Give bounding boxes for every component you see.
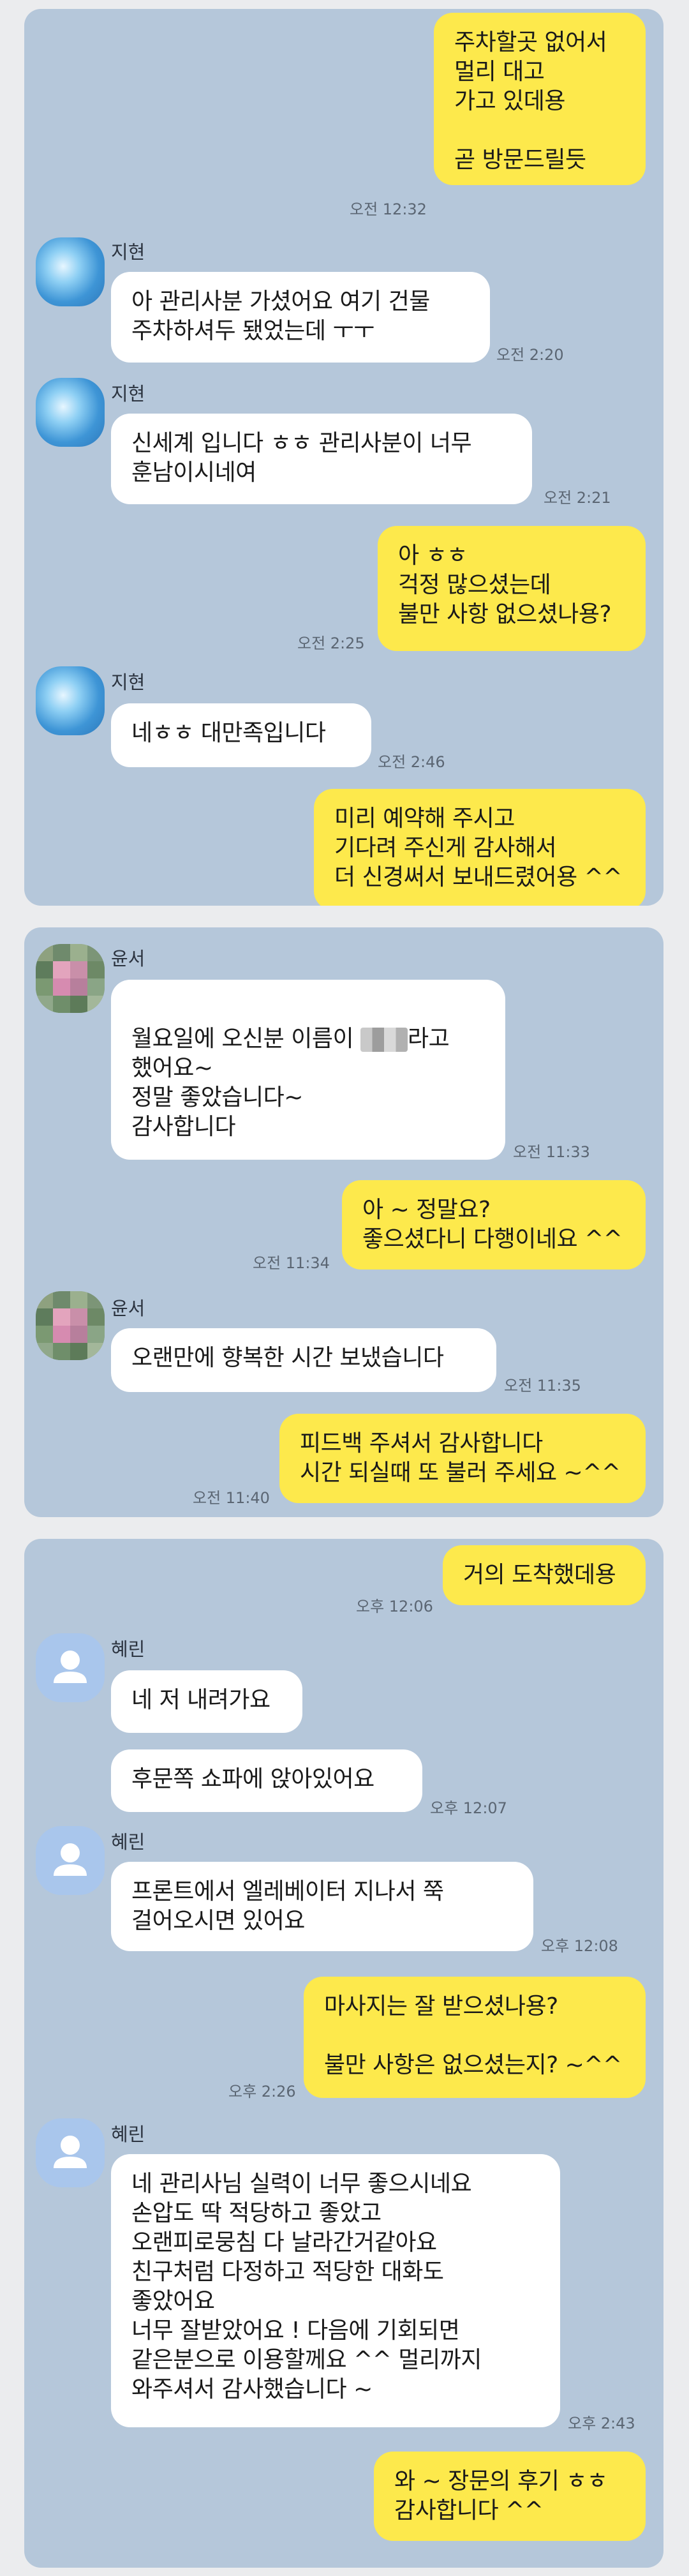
message-time: 오전 2:25 — [297, 634, 365, 652]
message-time: 오전 11:40 — [193, 1489, 270, 1507]
message-time: 오전 11:33 — [513, 1143, 590, 1161]
sender-name: 지현 — [111, 241, 145, 263]
sender-name: 윤서 — [111, 948, 145, 970]
my-message-bubble: 마사지는 잘 받으셨나용? 불만 사항은 없으셨는지? ~^^ — [304, 1977, 646, 2098]
message-time: 오전 11:34 — [253, 1254, 330, 1272]
sender-name: 혜린 — [111, 2123, 145, 2145]
received-message-bubble: 월요일에 오신분 이름이 라고 했어요~ 정말 좋았습니다~ 감사합니다 — [111, 980, 505, 1160]
default-person-avatar-icon[interactable] — [36, 2118, 105, 2187]
sender-name: 지현 — [111, 383, 145, 405]
my-message-bubble: 주차할곳 없어서 멀리 대고 가고 있데용 곧 방문드릴듯 — [434, 13, 646, 185]
message-text-part: 월요일에 오신분 이름이 — [131, 1026, 361, 1052]
chat-screenshot-3: 거의 도착했데용 오후 12:06 혜린 네 저 내려가요 후문쪽 쇼파에 앉아… — [24, 1539, 663, 2568]
message-time: 오후 12:06 — [356, 1598, 433, 1615]
sender-name: 지현 — [111, 671, 145, 693]
message-time: 오전 2:21 — [544, 489, 611, 507]
censored-name-mosaic — [360, 1028, 408, 1052]
chat-screenshot-1: 주차할곳 없어서 멀리 대고 가고 있데용 곧 방문드릴듯 오전 12:32 지… — [24, 9, 663, 906]
my-message-bubble: 미리 예약해 주시고 기다려 주신게 감사해서 더 신경써서 보내드렸어용 ^^ — [314, 789, 646, 906]
my-message-bubble: 피드백 주셔서 감사합니다 시간 되실때 또 불러 주세요 ~^^ — [279, 1414, 646, 1503]
sky-photo-avatar-icon[interactable] — [36, 378, 105, 447]
received-message-bubble: 신세계 입니다 ㅎㅎ 관리사분이 너무 훈남이시네여 — [111, 414, 532, 504]
chat-screenshot-2: 윤서 월요일에 오신분 이름이 라고 했어요~ 정말 좋았습니다~ 감사합니다 … — [24, 927, 663, 1517]
message-time: 오후 12:07 — [430, 1799, 507, 1817]
received-message-bubble: 후문쪽 쇼파에 앉아있어요 — [111, 1749, 422, 1812]
my-message-bubble: 거의 도착했데용 — [443, 1545, 646, 1605]
my-message-bubble: 와 ~ 장문의 후기 ㅎㅎ 감사합니다 ^^ — [374, 2452, 646, 2541]
pixelated-photo-avatar-icon[interactable] — [36, 944, 105, 1013]
received-message-bubble: 오랜만에 향복한 시간 보냈습니다 — [111, 1328, 496, 1392]
pixelated-photo-avatar-icon[interactable] — [36, 1291, 105, 1360]
sender-name: 윤서 — [111, 1298, 145, 1319]
default-person-avatar-icon[interactable] — [36, 1826, 105, 1895]
received-message-bubble: 네ㅎㅎ 대만족입니다 — [111, 703, 371, 767]
received-message-bubble: 네 관리사님 실력이 너무 좋으시네요 손압도 딱 적당하고 좋았고 오랜피로뭉… — [111, 2154, 560, 2427]
message-time: 오전 12:32 — [350, 200, 427, 218]
my-message-bubble: 아 ~ 정말요? 좋으셨다니 다행이네요 ^^ — [342, 1180, 646, 1269]
received-message-bubble: 프론트에서 엘레베이터 지나서 쭉 걸어오시면 있어요 — [111, 1862, 533, 1951]
message-time: 오전 2:20 — [496, 346, 564, 364]
message-time: 오전 2:46 — [378, 753, 445, 771]
message-time: 오전 11:35 — [504, 1377, 581, 1395]
sky-photo-avatar-icon[interactable] — [36, 237, 105, 306]
my-message-bubble: 아 ㅎㅎ 걱정 많으셨는데 불만 사항 없으셨나용? — [378, 526, 646, 651]
sender-name: 혜린 — [111, 1638, 145, 1660]
message-time: 오후 12:08 — [541, 1937, 618, 1955]
message-time: 오후 2:26 — [228, 2083, 296, 2100]
received-message-bubble: 네 저 내려가요 — [111, 1670, 302, 1733]
received-message-bubble: 아 관리사분 가셨어요 여기 건물 주차하셔두 됐었는데 ㅜㅜ — [111, 272, 490, 363]
sky-photo-avatar-icon[interactable] — [36, 666, 105, 735]
message-time: 오후 2:43 — [568, 2415, 635, 2432]
sender-name: 혜린 — [111, 1831, 145, 1853]
default-person-avatar-icon[interactable] — [36, 1633, 105, 1702]
